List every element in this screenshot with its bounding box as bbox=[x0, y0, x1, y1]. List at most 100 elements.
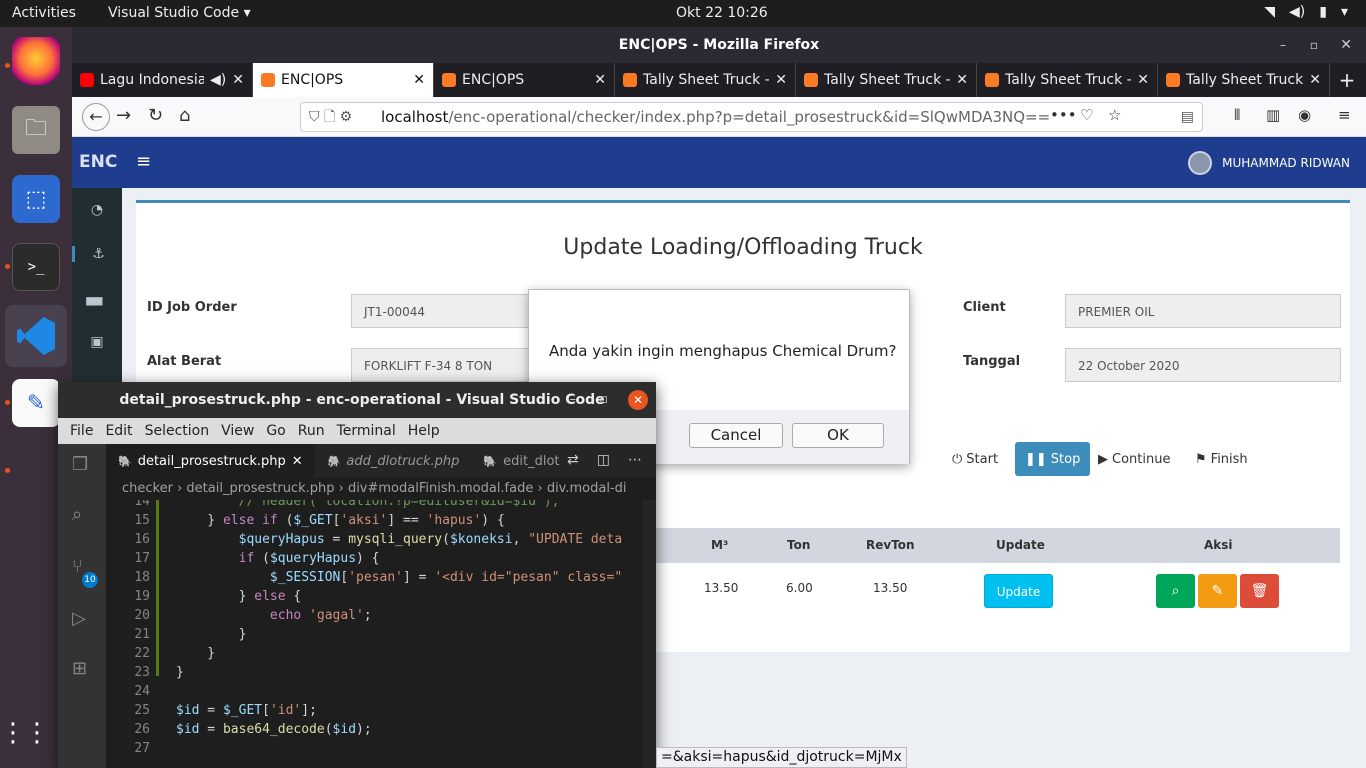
code-editor[interactable]: 14 // header("location:?p=edituser&id=$i… bbox=[106, 500, 642, 768]
url-host: localhost bbox=[381, 108, 449, 126]
close-icon[interactable]: ✕ bbox=[1340, 27, 1352, 63]
library-icon[interactable]: ⫴ bbox=[1234, 106, 1240, 124]
xampp-icon bbox=[442, 73, 456, 87]
sidebar-icon[interactable]: ▥ bbox=[1266, 106, 1280, 124]
code-line: $queryHapus = mysqli_query($koneksi, "UP… bbox=[238, 532, 623, 547]
alat-berat-field[interactable]: FORKLIFT F-34 8 TON bbox=[351, 348, 531, 382]
text-editor-icon[interactable]: ✎ bbox=[12, 379, 60, 427]
explorer-icon[interactable]: ❐ bbox=[72, 454, 88, 475]
vscode-icon[interactable] bbox=[5, 305, 67, 367]
pocket-icon[interactable]: ♡ bbox=[1080, 106, 1093, 124]
source-control-icon[interactable]: ⑂ bbox=[72, 556, 83, 577]
tab-lagu-indonesia[interactable]: Lagu Indonesia ◀) ✕ bbox=[72, 63, 253, 97]
finish-button[interactable]: ⚑ Finish bbox=[1185, 442, 1258, 476]
tanggal-field[interactable]: 22 October 2020 bbox=[1065, 348, 1341, 382]
new-tab-button[interactable]: + bbox=[1330, 63, 1364, 97]
close-tab-icon[interactable]: ✕ bbox=[1137, 72, 1149, 88]
system-tray[interactable]: ◥ ◀) ▮ ▾ bbox=[1264, 4, 1348, 20]
stop-button[interactable]: ❚❚ Stop bbox=[1015, 442, 1091, 476]
cancel-button[interactable]: Cancel bbox=[689, 423, 783, 448]
back-button[interactable]: ← bbox=[82, 103, 110, 131]
activities-button[interactable]: Activities bbox=[12, 5, 76, 21]
edit-button[interactable]: ✎ bbox=[1198, 574, 1237, 608]
menu-selection[interactable]: Selection bbox=[139, 418, 216, 444]
app-brand[interactable]: ENC bbox=[79, 152, 117, 172]
tab-tally-sheet[interactable]: Tally Sheet Truck - ✕ bbox=[796, 63, 977, 97]
tab-edit-dlot[interactable]: 🐘 edit_dlot bbox=[471, 444, 571, 478]
tab-tally-sheet[interactable]: Tally Sheet Truck - ✕ bbox=[615, 63, 796, 97]
reader-icon[interactable]: ▤ bbox=[1181, 103, 1194, 131]
reload-button[interactable]: ↻ bbox=[148, 105, 163, 126]
tab-enc-ops-active[interactable]: ENC|OPS ✕ bbox=[253, 63, 434, 97]
power-icon: ⏻ bbox=[952, 451, 963, 467]
shield-icon[interactable]: ⛉ 🗋 ⚙ bbox=[309, 103, 352, 131]
page-title: Update Loading/Offloading Truck bbox=[563, 235, 923, 260]
ok-button[interactable]: OK bbox=[792, 423, 884, 448]
line-number: 17 bbox=[134, 551, 150, 566]
account-icon[interactable]: ◉ bbox=[1298, 106, 1311, 124]
menu-view[interactable]: View bbox=[215, 418, 260, 444]
dashboard-icon[interactable]: ◔ bbox=[72, 202, 122, 218]
close-tab-icon[interactable]: ✕ bbox=[956, 72, 968, 88]
continue-button[interactable]: ▶ Continue bbox=[1088, 442, 1180, 476]
forward-button[interactable]: → bbox=[116, 105, 131, 126]
compare-icon[interactable]: ⇄ bbox=[567, 452, 579, 468]
job-order-field[interactable]: JT1-00044 bbox=[351, 294, 531, 328]
menu-file[interactable]: File bbox=[64, 418, 99, 444]
menu-go[interactable]: Go bbox=[260, 418, 291, 444]
speaker-icon[interactable]: ◀) bbox=[210, 72, 226, 88]
app-menu[interactable]: Visual Studio Code ▾ bbox=[108, 5, 251, 21]
more-icon[interactable]: ⋯ bbox=[628, 452, 642, 468]
run-debug-icon[interactable]: ▷ bbox=[72, 608, 86, 629]
close-tab-icon[interactable]: ✕ bbox=[594, 72, 606, 88]
menu-help[interactable]: Help bbox=[402, 418, 446, 444]
close-tab-icon[interactable]: ✕ bbox=[775, 72, 787, 88]
truck-icon[interactable]: ▄▖ bbox=[72, 290, 122, 306]
menu-icon[interactable]: ≡ bbox=[1338, 106, 1351, 124]
menu-run[interactable]: Run bbox=[292, 418, 331, 444]
breadcrumb[interactable]: checker › detail_prosestruck.php › div#m… bbox=[106, 478, 656, 500]
delete-button[interactable]: 🗑 bbox=[1240, 574, 1279, 608]
menu-terminal[interactable]: Terminal bbox=[331, 418, 402, 444]
minimize-icon[interactable]: – bbox=[570, 382, 577, 418]
firefox-icon[interactable] bbox=[12, 37, 60, 85]
close-tab-icon[interactable]: ✕ bbox=[413, 72, 425, 88]
view-button[interactable]: ⌕ bbox=[1156, 574, 1195, 608]
clock[interactable]: Okt 22 10:26 bbox=[676, 5, 768, 21]
user-menu[interactable]: MUHAMMAD RIDWAN bbox=[1188, 151, 1350, 175]
terminal-icon[interactable]: >_ bbox=[12, 243, 60, 291]
close-tab-icon[interactable]: ✕ bbox=[232, 72, 244, 88]
close-tab-icon[interactable]: ✕ bbox=[292, 454, 303, 469]
code-line: } bbox=[176, 665, 184, 680]
more-icon[interactable]: ••• bbox=[1050, 106, 1077, 124]
maximize-icon[interactable]: ▫ bbox=[599, 382, 608, 418]
briefcase-icon[interactable]: ▣ bbox=[72, 334, 122, 350]
tab-tally-sheet[interactable]: Tally Sheet Truck - ✕ bbox=[977, 63, 1158, 97]
minimize-icon[interactable]: – bbox=[1280, 27, 1286, 63]
tab-tally-sheet[interactable]: Tally Sheet Truck - ✕ bbox=[1158, 63, 1330, 97]
bookmark-star-icon[interactable]: ☆ bbox=[1108, 106, 1121, 124]
xampp-icon bbox=[623, 73, 637, 87]
editor-scrollbar[interactable] bbox=[642, 500, 656, 768]
client-field[interactable]: PREMIER OIL bbox=[1065, 294, 1341, 328]
home-button[interactable]: ⌂ bbox=[179, 105, 190, 126]
anchor-icon[interactable]: ⚓ bbox=[72, 246, 122, 262]
close-icon[interactable]: ✕ bbox=[628, 390, 648, 410]
extensions-icon[interactable]: ⊞ bbox=[72, 658, 87, 679]
menu-edit[interactable]: Edit bbox=[99, 418, 138, 444]
line-number: 22 bbox=[134, 646, 150, 661]
tab-enc-ops[interactable]: ENC|OPS ✕ bbox=[434, 63, 615, 97]
tab-detail-prosestruck[interactable]: 🐘 detail_prosestruck.php ✕ bbox=[106, 444, 315, 478]
xampp-icon bbox=[804, 73, 818, 87]
hamburger-icon[interactable]: ≡ bbox=[136, 151, 151, 172]
tab-add-dlotruck[interactable]: 🐘 add_dlotruck.php bbox=[315, 444, 472, 478]
close-tab-icon[interactable]: ✕ bbox=[1309, 72, 1321, 88]
split-editor-icon[interactable]: ◫ bbox=[597, 452, 610, 468]
files-icon[interactable]: 🗀 bbox=[12, 106, 60, 154]
show-apps-icon[interactable]: ⋮⋮⋮ bbox=[0, 709, 74, 757]
search-icon[interactable]: ⌕ bbox=[72, 504, 82, 525]
start-button[interactable]: ⏻ Start bbox=[942, 442, 1008, 476]
maximize-icon[interactable]: ▫ bbox=[1310, 27, 1318, 63]
update-button[interactable]: Update bbox=[984, 574, 1053, 608]
screenshot-icon[interactable]: ⬚ bbox=[12, 175, 60, 223]
